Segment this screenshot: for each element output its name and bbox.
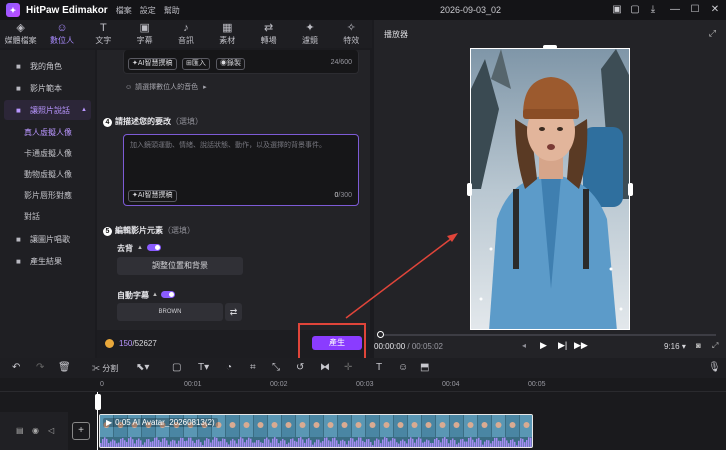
split-label: 分割 [102, 364, 119, 373]
mute-icon[interactable]: ◁ [48, 426, 54, 435]
ruler-tick: 00:02 [270, 381, 288, 388]
timeline-ruler[interactable]: 0 00:01 00:02 00:03 00:04 00:05 [0, 378, 726, 392]
track-header: ▤ ◉ ◁ [0, 412, 68, 450]
avatar-tool-icon[interactable]: ☺ [398, 362, 408, 373]
track-type-icon: ▤ [16, 426, 24, 435]
freeze-icon[interactable]: ✛ [344, 362, 352, 373]
subtitle-tool-icon[interactable]: T [376, 362, 382, 373]
crop-icon[interactable]: ⌗ [250, 362, 256, 373]
scissors-icon: ✂ [92, 364, 100, 373]
redo-icon[interactable]: ↷ [36, 362, 44, 373]
timeline-toolbar: ↶ ↷ 🗑 ✂ 分割 ⬉▾ ▢ T▾ ◔ ⌗ ⤡ ↺ ⧓ ✛ T ☺ ⬒ 🎙 [0, 358, 726, 378]
timeline: 0 00:01 00:02 00:03 00:04 00:05 ▤ ◉ ◁ + ▶ 0:0… [0, 378, 726, 450]
transform-icon[interactable]: ⤡ [272, 362, 280, 373]
playhead-handle[interactable] [95, 394, 101, 410]
clip-label-text: 0:05 AI Avatar_20260813(2) [115, 418, 215, 427]
ruler-tick: 00:03 [356, 381, 374, 388]
record-video-icon[interactable]: ▢ [172, 362, 181, 373]
video-clip[interactable]: ▶ 0:05 AI Avatar_20260813(2) [99, 414, 533, 448]
text-tool-icon[interactable]: T▾ [198, 362, 209, 373]
split-button[interactable]: ✂ 分割 [92, 363, 118, 374]
microphone-icon[interactable]: 🎙 [708, 362, 721, 373]
ruler-tick: 0 [100, 381, 104, 388]
undo-icon[interactable]: ↶ [12, 362, 20, 373]
arrow-line [345, 237, 453, 319]
eye-icon[interactable]: ◉ [32, 426, 39, 435]
ruler-tick: 00:05 [528, 381, 546, 388]
export-frame-icon[interactable]: ⬒ [420, 362, 429, 373]
add-media-icon[interactable]: + [72, 422, 90, 440]
clip-label: ▶ 0:05 AI Avatar_20260813(2) [103, 418, 218, 427]
play-circle-icon: ▶ [106, 418, 113, 427]
reverse-icon[interactable]: ↺ [296, 362, 304, 373]
ruler-tick: 00:01 [184, 381, 202, 388]
delete-icon[interactable]: 🗑 [58, 362, 71, 373]
select-tool-icon[interactable]: ⬉▾ [136, 362, 149, 373]
flip-icon[interactable]: ⧓ [320, 362, 330, 373]
ruler-tick: 00:04 [442, 381, 460, 388]
speed-icon[interactable]: ◔ [226, 362, 232, 373]
